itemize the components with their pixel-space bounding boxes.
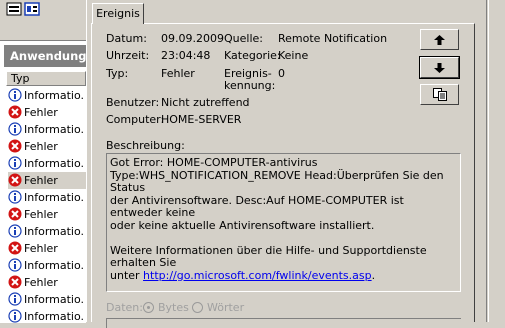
description-label: Beschreibung: (106, 139, 185, 152)
info-icon (8, 309, 22, 323)
description-line: Got Error: HOME-COMPUTER-antivirus (110, 156, 318, 169)
info-icon (8, 156, 22, 170)
words-radio[interactable] (192, 302, 203, 313)
event-list-item[interactable]: Fehler (8, 104, 86, 121)
description-line: Weitere Informationen über die Hilfe- un… (110, 243, 427, 269)
event-list-item[interactable]: Fehler (8, 274, 86, 291)
data-textbox[interactable] (106, 318, 461, 328)
copy-icon (432, 88, 447, 101)
error-icon (8, 173, 22, 187)
description-link-line: unter http://go.microsoft.com/fwlink/eve… (110, 268, 457, 283)
event-list-item[interactable]: Fehler (8, 138, 86, 155)
event-list-item[interactable]: Informatio. (8, 87, 86, 104)
event-list-item[interactable]: Fehler (8, 206, 86, 223)
properties-toolbar-icon[interactable] (24, 2, 40, 16)
description-line: der Antivirensoftware. Desc:Auf HOME-COM… (110, 193, 404, 219)
previous-event-button[interactable] (420, 29, 459, 50)
event-type-label: Informatio. (24, 157, 85, 170)
user-value: Nicht zutreffend (161, 96, 250, 109)
event-type-label: Informatio. (24, 310, 85, 323)
data-label: Daten: (106, 301, 143, 314)
event-list-item[interactable]: Informatio. (8, 308, 86, 325)
date-value: 09.09.2009 (161, 32, 224, 45)
event-list-item[interactable]: Informatio. (8, 189, 86, 206)
error-icon (8, 207, 22, 221)
event-type-label: Informatio. (24, 89, 85, 102)
bytes-radio[interactable] (143, 302, 154, 313)
description-line: Type:WHS_NOTIFICATION_REMOVE Head:Überpr… (110, 168, 444, 194)
description-textbox[interactable]: Got Error: HOME-COMPUTER-antivirus Type:… (106, 153, 461, 292)
left-toolbar (0, 0, 86, 40)
time-value: 23:04:48 (161, 49, 211, 62)
event-type-label: Fehler (24, 140, 58, 153)
type-label: Typ: (106, 67, 129, 80)
info-icon (8, 122, 22, 136)
type-value: Fehler (161, 67, 195, 80)
info-icon (8, 224, 22, 238)
event-type-label: Informatio. (24, 123, 85, 136)
error-icon (8, 139, 22, 153)
user-label: Benutzer: (106, 96, 160, 109)
event-type-label: Informatio. (24, 191, 85, 204)
error-icon (8, 275, 22, 289)
computer-value: HOME-SERVER (161, 113, 242, 126)
event-id-value: 0 (278, 67, 285, 80)
help-link[interactable]: http://go.microsoft.com/fwlink/events.as… (143, 269, 372, 282)
event-type-label: Fehler (24, 276, 58, 289)
event-list-item[interactable]: Informatio. (8, 257, 86, 274)
event-list-item[interactable]: Informatio. (8, 155, 86, 172)
up-arrow-icon (434, 34, 445, 45)
event-type-label: Fehler (24, 106, 58, 119)
description-blank-line (110, 232, 457, 245)
time-label: Uhrzeit: (106, 49, 150, 62)
info-icon (8, 190, 22, 204)
event-type-label: Fehler (24, 208, 58, 221)
source-value: Remote Notification (278, 32, 388, 45)
event-list-item[interactable]: Informatio. (8, 223, 86, 240)
event-type-label: Informatio. (24, 259, 85, 272)
date-label: Datum: (106, 32, 147, 45)
category-label: Kategorie: (224, 49, 281, 62)
event-type-label: Fehler (24, 242, 58, 255)
next-event-button[interactable] (419, 56, 460, 79)
event-type-label: Informatio. (24, 225, 85, 238)
words-radio-label: Wörter (207, 301, 245, 314)
tab-event[interactable]: Ereignis (92, 3, 144, 24)
log-name-header: Anwendung (4, 45, 87, 67)
description-link-suffix: . (371, 268, 376, 282)
console-tree-icon[interactable] (6, 2, 22, 16)
event-list-item[interactable]: Fehler (8, 240, 86, 257)
source-label: Quelle: (224, 32, 263, 45)
description-link-prefix: unter (110, 268, 144, 282)
event-list-item[interactable]: Informatio. (8, 121, 86, 138)
down-arrow-icon (434, 62, 445, 73)
info-icon (8, 258, 22, 272)
copy-button[interactable] (420, 84, 459, 105)
info-icon (8, 292, 22, 306)
event-type-label: Fehler (24, 174, 58, 187)
description-line: oder keine aktuelle Antivirensoftware in… (110, 218, 375, 232)
category-value: Keine (278, 49, 309, 62)
info-icon (8, 88, 22, 102)
error-icon (8, 105, 22, 119)
type-column-header[interactable]: Typ (6, 71, 86, 86)
window-edge-inner (488, 0, 505, 322)
event-list-item[interactable]: Informatio. (8, 291, 86, 308)
bytes-radio-label: Bytes (158, 301, 189, 314)
event-list-item[interactable]: Fehler (8, 172, 86, 189)
error-icon (8, 241, 22, 255)
event-type-label: Informatio. (24, 293, 85, 306)
computer-label: Computer: (106, 113, 165, 126)
event-id-label-line2: kennung: (224, 79, 276, 92)
